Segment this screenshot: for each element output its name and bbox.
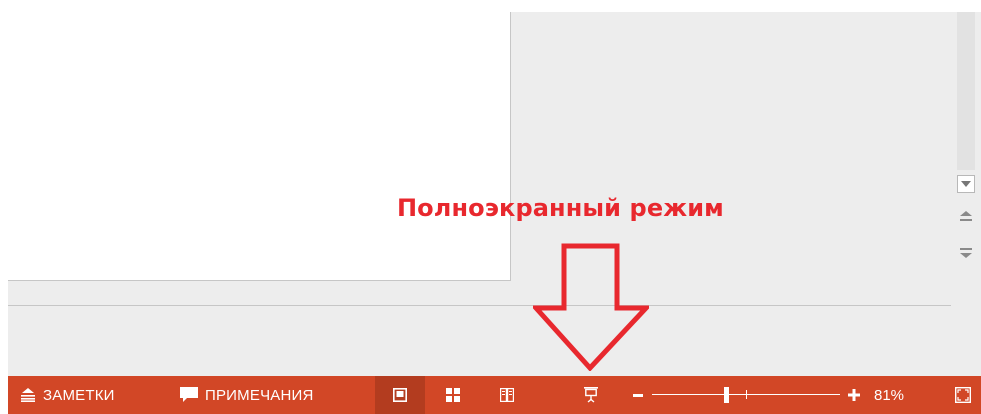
zoom-slider[interactable] xyxy=(648,376,844,414)
normal-view-icon xyxy=(393,388,407,402)
previous-slide-button[interactable] xyxy=(957,208,975,226)
slide-canvas[interactable] xyxy=(8,12,511,281)
zoom-slider-thumb[interactable] xyxy=(723,387,729,403)
reading-view-icon xyxy=(500,388,514,402)
notes-label: ЗАМЕТКИ xyxy=(43,386,115,404)
fit-to-window-button[interactable] xyxy=(950,376,976,414)
zoom-out-button[interactable] xyxy=(628,376,648,414)
annotation-label: Полноэкранный режим xyxy=(397,194,724,222)
reading-view-button[interactable] xyxy=(482,376,532,414)
plus-icon xyxy=(848,389,860,401)
notes-button[interactable]: ЗАМЕТКИ xyxy=(20,376,115,414)
normal-view-button[interactable] xyxy=(375,376,425,414)
scroll-down-button[interactable] xyxy=(957,175,975,193)
slide-sorter-icon xyxy=(446,388,460,402)
zoom-in-button[interactable] xyxy=(844,376,864,414)
zoom-level[interactable]: 81% xyxy=(874,376,904,414)
status-bar: ЗАМЕТКИ ПРИМЕЧАНИЯ 81% xyxy=(8,376,981,414)
next-slide-button[interactable] xyxy=(957,243,975,261)
comments-label: ПРИМЕЧАНИЯ xyxy=(205,386,314,404)
zoom-slider-center-tick xyxy=(746,390,747,399)
chevron-down-icon xyxy=(961,181,971,187)
previous-slide-icon xyxy=(960,211,972,221)
next-slide-icon xyxy=(960,248,972,258)
annotation-arrow-down-icon xyxy=(533,243,649,371)
powerpoint-window: Полноэкранный режим ЗАМЕТКИ ПРИМЕЧАНИЯ 8… xyxy=(0,0,981,414)
comment-icon xyxy=(180,387,198,402)
notes-pane[interactable] xyxy=(8,306,951,376)
vertical-scrollbar[interactable] xyxy=(951,12,981,376)
slide-sorter-button[interactable] xyxy=(428,376,478,414)
comments-button[interactable]: ПРИМЕЧАНИЯ xyxy=(180,376,314,414)
notes-icon xyxy=(21,388,35,402)
slide-show-button[interactable] xyxy=(566,376,616,414)
scrollbar-track[interactable] xyxy=(957,12,975,170)
minus-icon xyxy=(633,393,643,397)
fit-to-window-icon xyxy=(955,387,971,403)
slide-show-icon xyxy=(584,387,598,403)
